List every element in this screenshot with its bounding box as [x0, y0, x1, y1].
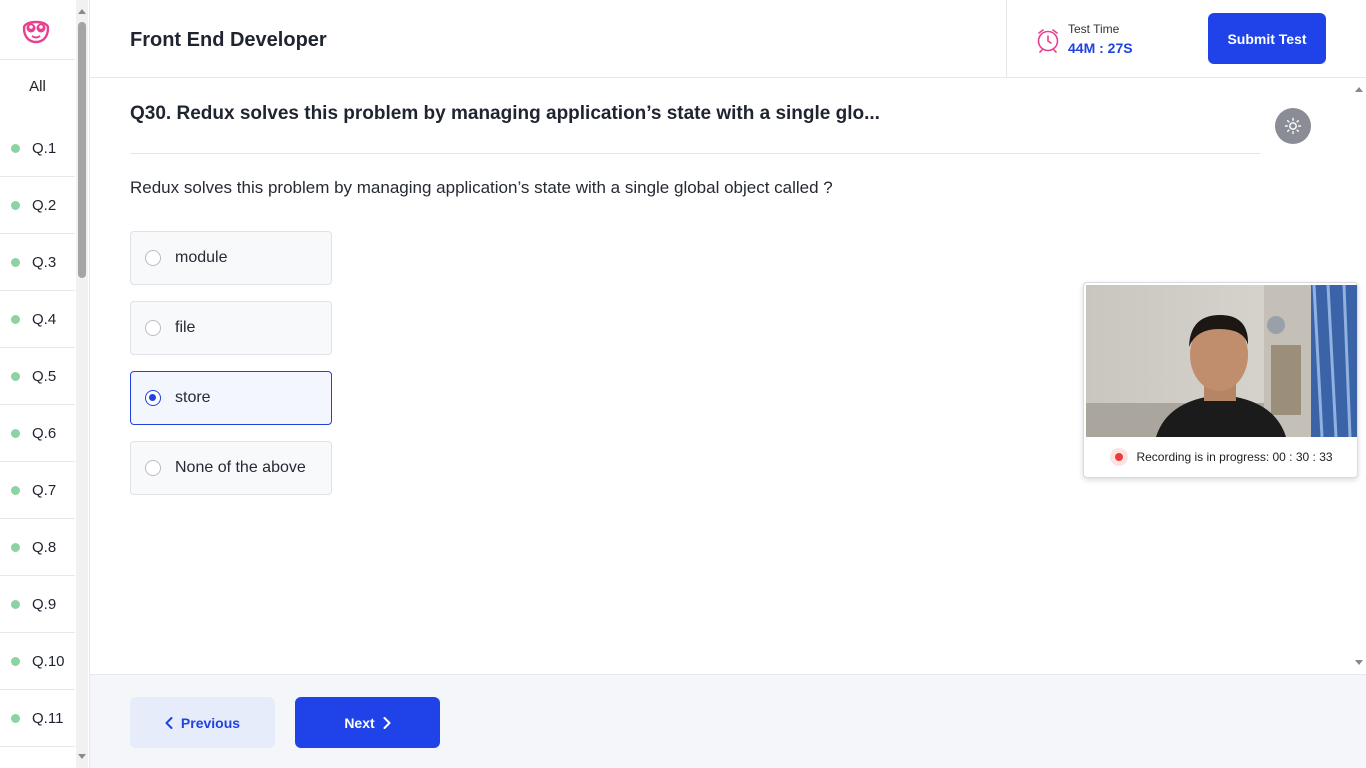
recording-status: Recording is in progress: 00 : 30 : 33	[1084, 443, 1357, 471]
sidebar-question-item[interactable]: Q.1	[0, 120, 75, 177]
navigation-footer: Previous Next	[90, 674, 1366, 768]
record-dot-icon	[1110, 448, 1129, 466]
webcam-preview: Recording is in progress: 00 : 30 : 33	[1083, 282, 1358, 478]
page-title: Front End Developer	[130, 29, 327, 51]
question-sidebar: All Q.1 Q.2 Q.3 Q.4 Q.5 Q.6 Q.7 Q.8 Q.9 Q.10 Q.11	[0, 0, 90, 768]
sidebar-question-item[interactable]: Q.4	[0, 291, 75, 348]
sidebar-question-item[interactable]: Q.3	[0, 234, 75, 291]
sidebar-question-label: Q.10	[32, 652, 65, 670]
sidebar-question-label: Q.11	[32, 709, 64, 727]
question-list: Q.1 Q.2 Q.3 Q.4 Q.5 Q.6 Q.7 Q.8 Q.9 Q.10 Q.11	[0, 120, 75, 747]
webcam-feed-image	[1086, 285, 1357, 437]
answer-option-label: module	[175, 249, 228, 266]
answered-status-dot-icon	[11, 200, 20, 210]
answered-status-dot-icon	[11, 542, 20, 552]
previous-label: Previous	[180, 714, 241, 731]
filter-all[interactable]: All	[0, 78, 75, 95]
alarm-clock-icon	[1037, 29, 1059, 53]
sidebar-scrollbar[interactable]	[76, 0, 88, 768]
previous-button[interactable]: Previous	[130, 697, 275, 748]
sidebar-question-label: Q.5	[32, 367, 57, 385]
submit-test-button[interactable]: Submit Test	[1208, 13, 1326, 64]
radio-checked-icon[interactable]	[145, 390, 161, 406]
sidebar-divider	[0, 59, 75, 60]
timer-label: Test Time	[1068, 22, 1120, 36]
question-divider	[130, 153, 1260, 154]
sidebar-question-label: Q.7	[32, 481, 57, 499]
answered-status-dot-icon	[11, 656, 20, 666]
sidebar-question-item[interactable]: Q.6	[0, 405, 75, 462]
sun-icon	[1284, 117, 1302, 135]
scroll-up-arrow-icon[interactable]	[1355, 87, 1363, 92]
sidebar-question-item[interactable]: Q.8	[0, 519, 75, 576]
chevron-left-icon	[165, 716, 173, 729]
answered-status-dot-icon	[11, 713, 20, 723]
app-logo-icon	[22, 20, 50, 44]
sidebar-question-item[interactable]: Q.5	[0, 348, 75, 405]
answer-option[interactable]: file	[130, 301, 332, 355]
question-text: Redux solves this problem by managing ap…	[130, 178, 833, 197]
sidebar-question-label: Q.8	[32, 538, 57, 556]
sidebar-question-label: Q.3	[32, 253, 57, 271]
radio-unchecked-icon[interactable]	[145, 250, 161, 266]
answer-option[interactable]: store	[130, 371, 332, 425]
radio-unchecked-icon[interactable]	[145, 460, 161, 476]
answer-options: module file store None of the above	[130, 231, 332, 511]
radio-unchecked-icon[interactable]	[145, 320, 161, 336]
sidebar-question-label: Q.2	[32, 196, 57, 214]
scrollbar-thumb[interactable]	[78, 22, 86, 278]
sidebar-question-label: Q.9	[32, 595, 57, 613]
sidebar-question-item[interactable]: Q.11	[0, 690, 75, 747]
answered-status-dot-icon	[11, 371, 20, 381]
brightness-toggle-button[interactable]	[1275, 108, 1311, 144]
answer-option-label: store	[175, 389, 211, 406]
scroll-down-arrow-icon[interactable]	[1355, 660, 1363, 665]
answer-option[interactable]: module	[130, 231, 332, 285]
answered-status-dot-icon	[11, 314, 20, 324]
question-title: Q30. Redux solves this problem by managi…	[130, 103, 880, 124]
sidebar-question-item[interactable]: Q.10	[0, 633, 75, 690]
recording-text: Recording is in progress: 00 : 30 : 33	[1136, 450, 1333, 464]
sidebar-question-label: Q.6	[32, 424, 57, 442]
answer-option-label: file	[175, 319, 196, 336]
sidebar-question-item[interactable]: Q.9	[0, 576, 75, 633]
answer-option[interactable]: None of the above	[130, 441, 332, 495]
top-header: Front End Developer Test Time 44M : 27S …	[90, 0, 1366, 78]
answered-status-dot-icon	[11, 143, 20, 153]
answered-status-dot-icon	[11, 599, 20, 609]
answered-status-dot-icon	[11, 257, 20, 267]
answer-option-label: None of the above	[175, 459, 306, 476]
scroll-down-arrow-icon[interactable]	[78, 754, 86, 759]
next-label: Next	[344, 714, 375, 731]
sidebar-question-label: Q.1	[32, 139, 57, 157]
header-separator	[1006, 0, 1007, 78]
answered-status-dot-icon	[11, 485, 20, 495]
next-button[interactable]: Next	[295, 697, 440, 748]
sidebar-question-item[interactable]: Q.2	[0, 177, 75, 234]
answered-status-dot-icon	[11, 428, 20, 438]
chevron-right-icon	[383, 716, 391, 729]
scroll-up-arrow-icon[interactable]	[78, 9, 86, 14]
sidebar-question-label: Q.4	[32, 310, 57, 328]
timer-value: 44M : 27S	[1068, 40, 1133, 56]
sidebar-question-item[interactable]: Q.7	[0, 462, 75, 519]
